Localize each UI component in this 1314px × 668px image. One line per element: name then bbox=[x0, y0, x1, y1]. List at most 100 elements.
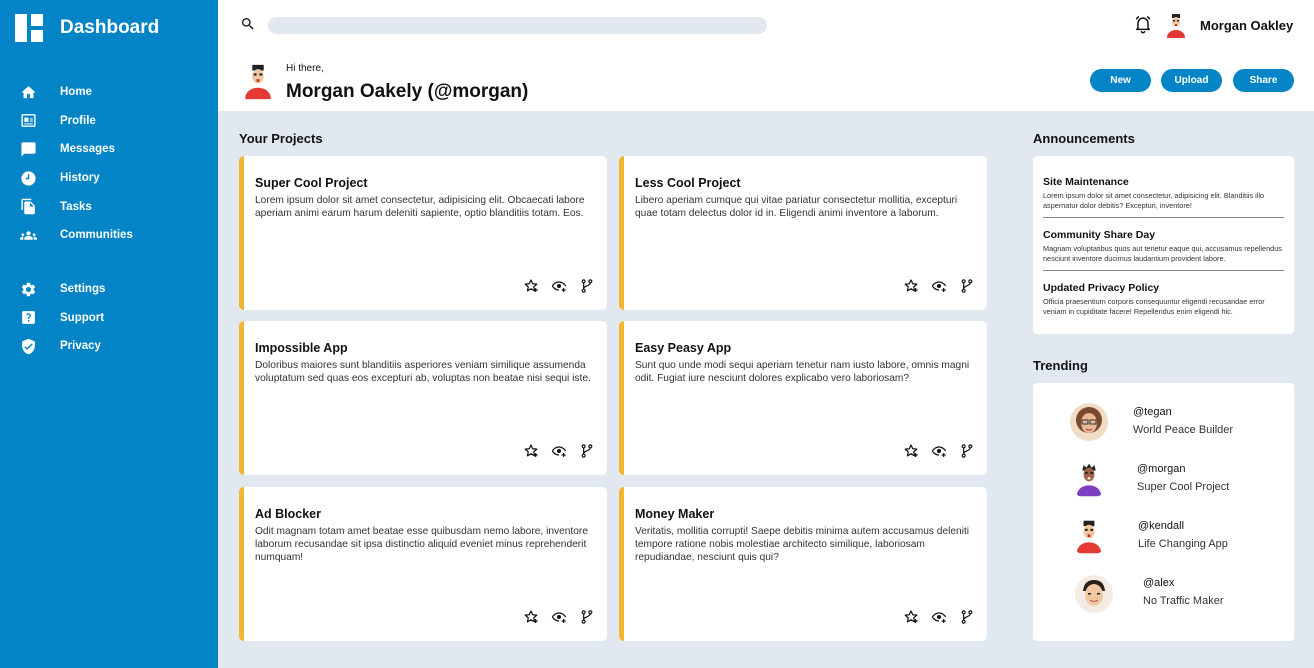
project-card[interactable]: Ad Blocker Odit magnam totam amet beatae … bbox=[239, 487, 607, 641]
trending-subtitle: No Traffic Maker bbox=[1143, 595, 1224, 607]
announcement-title: Updated Privacy Policy bbox=[1043, 282, 1160, 294]
fork-icon[interactable] bbox=[579, 278, 595, 294]
fork-icon[interactable] bbox=[959, 278, 975, 294]
trending-subtitle: World Peace Builder bbox=[1133, 424, 1234, 436]
trending-handle: @tegan bbox=[1133, 406, 1172, 418]
project-title: Impossible App bbox=[255, 341, 348, 355]
sidebar-item-settings[interactable]: Settings bbox=[0, 275, 218, 304]
sidebar-item-communities[interactable]: Communities bbox=[0, 221, 218, 250]
project-card[interactable]: Super Cool Project Lorem ipsum dolor sit … bbox=[239, 156, 607, 310]
project-actions bbox=[903, 609, 975, 625]
trending-item[interactable]: @kendall Life Changing App bbox=[1033, 518, 1294, 568]
project-card[interactable]: Money Maker Veritatis, mollitia corrupti!… bbox=[619, 487, 987, 641]
home-icon bbox=[20, 84, 37, 101]
sidebar-item-profile[interactable]: Profile bbox=[0, 107, 218, 136]
announcement-item[interactable]: Site Maintenance Lorem ipsum dolor sit a… bbox=[1043, 176, 1284, 217]
sidebar-item-label: Messages bbox=[60, 143, 115, 156]
watch-icon[interactable] bbox=[931, 609, 947, 625]
project-description: Odit magnam totam amet beatae esse quibu… bbox=[255, 526, 588, 563]
search-icon[interactable] bbox=[240, 16, 256, 32]
watch-icon[interactable] bbox=[551, 278, 567, 294]
project-title: Ad Blocker bbox=[255, 507, 321, 521]
watch-icon[interactable] bbox=[931, 443, 947, 459]
trending-item[interactable]: @alex No Traffic Maker bbox=[1033, 575, 1294, 625]
sidebar: Dashboard Home Profile Messages History … bbox=[0, 0, 218, 668]
new-button[interactable]: New bbox=[1090, 69, 1151, 92]
message-icon bbox=[20, 141, 37, 158]
announcement-item[interactable]: Updated Privacy Policy Officia praesenti… bbox=[1043, 270, 1284, 323]
bell-icon[interactable] bbox=[1133, 14, 1153, 34]
trending-panel: @tegan World Peace Builder @morgan Super… bbox=[1033, 383, 1294, 641]
announcement-body: Magnam voluptatibus quos aut tenetur eaq… bbox=[1043, 244, 1282, 263]
avatar bbox=[240, 62, 276, 102]
project-card[interactable]: Less Cool Project Libero aperiam cumque q… bbox=[619, 156, 987, 310]
profile-card-icon bbox=[20, 112, 37, 129]
announcement-title: Site Maintenance bbox=[1043, 176, 1129, 188]
sidebar-item-tasks[interactable]: Tasks bbox=[0, 192, 218, 221]
project-description: Doloribus maiores sunt blanditiis asperi… bbox=[255, 360, 591, 384]
sidebar-item-support[interactable]: Support bbox=[0, 304, 218, 333]
header: Morgan Oakley Hi there, Morgan Oakely (@… bbox=[218, 0, 1314, 111]
trending-subtitle: Super Cool Project bbox=[1137, 481, 1230, 493]
project-title: Less Cool Project bbox=[635, 176, 741, 190]
trending-item[interactable]: @tegan World Peace Builder bbox=[1033, 403, 1294, 453]
projects-title: Your Projects bbox=[239, 131, 323, 146]
project-actions bbox=[903, 278, 975, 294]
watch-icon[interactable] bbox=[551, 609, 567, 625]
help-icon bbox=[20, 309, 37, 326]
avatar bbox=[1070, 461, 1108, 499]
star-icon[interactable] bbox=[523, 609, 539, 625]
sidebar-item-label: History bbox=[60, 172, 100, 185]
star-icon[interactable] bbox=[903, 443, 919, 459]
document-icon bbox=[20, 198, 37, 215]
project-description: Sunt quo unde modi sequi aperiam tenetur… bbox=[635, 360, 970, 384]
star-icon[interactable] bbox=[523, 443, 539, 459]
avatar bbox=[1070, 403, 1108, 441]
sidebar-item-label: Profile bbox=[60, 114, 96, 127]
project-card[interactable]: Easy Peasy App Sunt quo unde modi sequi a… bbox=[619, 321, 987, 475]
sidebar-item-label: Settings bbox=[60, 283, 106, 296]
star-icon[interactable] bbox=[903, 278, 919, 294]
sidebar-item-home[interactable]: Home bbox=[0, 78, 218, 107]
announcement-item[interactable]: Community Share Day Magnam voluptatibus … bbox=[1043, 217, 1284, 270]
announcements-title: Announcements bbox=[1033, 131, 1135, 146]
project-actions bbox=[523, 278, 595, 294]
shield-icon bbox=[20, 338, 37, 355]
sidebar-item-label: Tasks bbox=[60, 200, 92, 213]
fork-icon[interactable] bbox=[579, 609, 595, 625]
group-icon bbox=[20, 227, 37, 244]
sidebar-item-label: Privacy bbox=[60, 340, 101, 353]
star-icon[interactable] bbox=[523, 278, 539, 294]
secondary-nav: Settings Support Privacy bbox=[0, 275, 218, 361]
dashboard-logo-icon bbox=[15, 14, 43, 42]
star-icon[interactable] bbox=[903, 609, 919, 625]
watch-icon[interactable] bbox=[931, 278, 947, 294]
user-name[interactable]: Morgan Oakley bbox=[1200, 18, 1293, 33]
project-title: Easy Peasy App bbox=[635, 341, 732, 355]
sidebar-item-messages[interactable]: Messages bbox=[0, 135, 218, 164]
project-card[interactable]: Impossible App Doloribus maiores sunt bla… bbox=[239, 321, 607, 475]
gear-icon bbox=[20, 281, 37, 298]
avatar[interactable] bbox=[1164, 12, 1188, 40]
project-actions bbox=[903, 443, 975, 459]
fork-icon[interactable] bbox=[579, 443, 595, 459]
upload-button[interactable]: Upload bbox=[1161, 69, 1222, 92]
brand[interactable]: Dashboard bbox=[0, 0, 218, 56]
trending-handle: @morgan bbox=[1137, 463, 1186, 475]
trending-item[interactable]: @morgan Super Cool Project bbox=[1033, 461, 1294, 511]
avatar bbox=[1070, 518, 1108, 556]
fork-icon[interactable] bbox=[959, 609, 975, 625]
main-nav: Home Profile Messages History Tasks Comm… bbox=[0, 78, 218, 250]
share-button[interactable]: Share bbox=[1233, 69, 1294, 92]
avatar bbox=[1075, 575, 1113, 613]
search-input[interactable] bbox=[268, 17, 767, 34]
project-actions bbox=[523, 609, 595, 625]
watch-icon[interactable] bbox=[551, 443, 567, 459]
sidebar-item-history[interactable]: History bbox=[0, 164, 218, 193]
clock-icon bbox=[20, 170, 37, 187]
greeting: Hi there, bbox=[286, 63, 324, 74]
sidebar-item-label: Support bbox=[60, 311, 105, 324]
trending-handle: @kendall bbox=[1138, 520, 1185, 532]
fork-icon[interactable] bbox=[959, 443, 975, 459]
sidebar-item-privacy[interactable]: Privacy bbox=[0, 332, 218, 361]
